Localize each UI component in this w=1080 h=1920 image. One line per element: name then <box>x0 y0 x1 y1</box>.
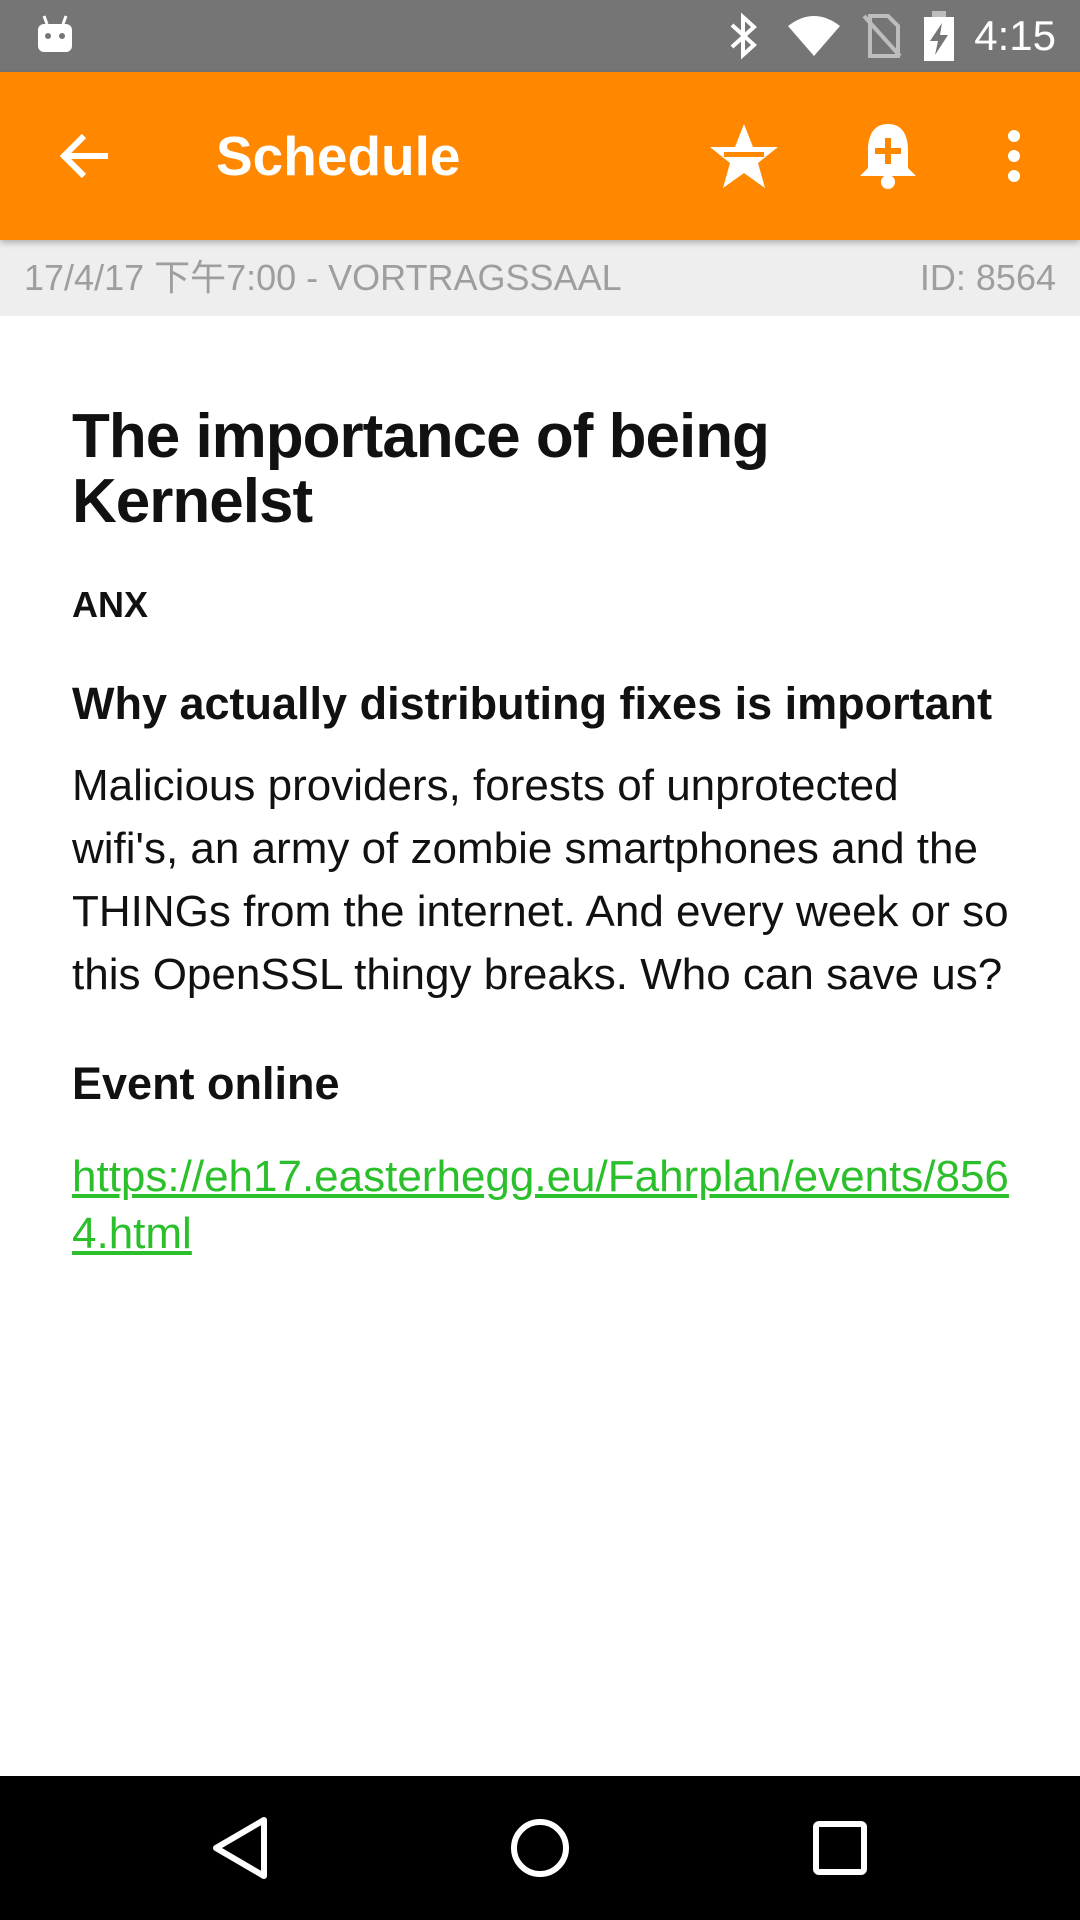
back-button[interactable] <box>46 118 122 194</box>
event-speaker: ANX <box>72 584 149 626</box>
event-datetime-room: 17/4/17 下午7:00 - VORTRAGSSAAL <box>24 257 622 298</box>
bluetooth-icon <box>730 12 758 60</box>
status-time: 4:15 <box>974 12 1056 59</box>
favorite-button[interactable] <box>702 114 786 198</box>
arrow-back-icon <box>59 133 108 179</box>
event-online-heading: Event online <box>72 1058 340 1110</box>
android-icon <box>38 15 72 52</box>
status-bar: 4:15 <box>0 0 1080 72</box>
add-alarm-button[interactable] <box>846 114 930 198</box>
navigation-bar <box>0 1776 1080 1920</box>
more-vert-icon <box>1008 130 1020 182</box>
event-subtitle: Why actually distributing fixes is impor… <box>72 678 993 730</box>
event-meta-bar: 17/4/17 下午7:00 - VORTRAGSSAAL ID: 8564 <box>0 240 1080 316</box>
nav-home-button[interactable] <box>504 1812 576 1884</box>
event-abstract: Malicious providers, forests of unprotec… <box>72 761 1009 1000</box>
nav-recents-button[interactable] <box>804 1812 876 1884</box>
battery-charging-icon <box>924 11 955 61</box>
nav-back-button[interactable] <box>204 1812 276 1884</box>
no-sim-icon <box>862 14 902 58</box>
recents-square-icon <box>813 1821 867 1875</box>
event-id: ID: 8564 <box>919 257 1056 298</box>
app-bar: Schedule <box>0 72 1080 240</box>
star-icon <box>710 124 778 188</box>
app-bar-title: Schedule <box>216 125 461 187</box>
back-triangle-icon <box>213 1817 267 1879</box>
event-online-link[interactable]: https://eh17.easterhegg.eu/Fahrplan/even… <box>72 1148 1012 1262</box>
event-details: The importance of being Kernelst ANX Why… <box>72 316 1012 1262</box>
wifi-icon <box>788 16 841 56</box>
home-circle-icon <box>511 1819 569 1877</box>
add-alarm-icon <box>860 124 916 189</box>
more-options-button[interactable] <box>972 114 1056 198</box>
event-title: The importance of being Kernelst <box>72 402 770 537</box>
